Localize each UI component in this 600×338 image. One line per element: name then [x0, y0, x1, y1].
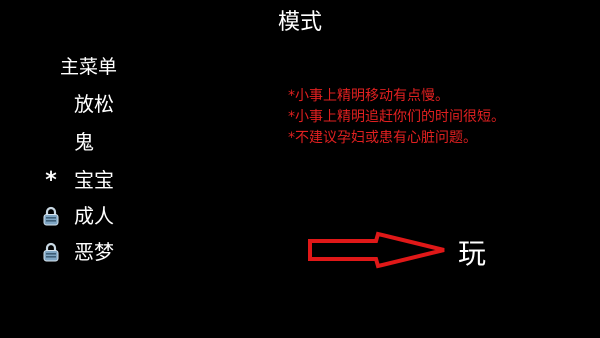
mode-label: 恶梦	[74, 240, 114, 264]
mode-marker-empty	[36, 90, 66, 118]
mode-label: 成人	[74, 204, 114, 228]
mode-item-adult[interactable]: 成人	[36, 202, 114, 230]
mode-description: *小事上精明移动有点慢。 *小事上精明追赶你们的时间很短。 *不建议孕妇或患有心…	[288, 86, 505, 149]
main-menu-button[interactable]: 主菜单	[60, 54, 117, 80]
mode-item-ghost[interactable]: 鬼	[36, 128, 94, 156]
mode-item-baby[interactable]: * 宝宝	[36, 166, 114, 194]
mode-item-nightmare[interactable]: 恶梦	[36, 238, 114, 266]
mode-marker-empty	[36, 128, 66, 156]
play-button[interactable]: 玩	[458, 234, 486, 274]
page-title: 模式	[277, 10, 322, 35]
selected-asterisk-icon: *	[45, 167, 57, 193]
lock-icon	[36, 238, 66, 266]
warning-line: *小事上精明追赶你们的时间很短。	[288, 109, 505, 125]
lock-icon	[36, 202, 66, 230]
mode-label: 放松	[74, 92, 114, 116]
mode-label: 宝宝	[74, 168, 114, 192]
mode-label: 鬼	[74, 130, 94, 154]
mode-item-relax[interactable]: 放松	[36, 90, 114, 118]
warning-line: *不建议孕妇或患有心脏问题。	[288, 130, 477, 146]
arrow-right-icon	[308, 231, 445, 269]
warning-line: *小事上精明移动有点慢。	[288, 88, 449, 104]
